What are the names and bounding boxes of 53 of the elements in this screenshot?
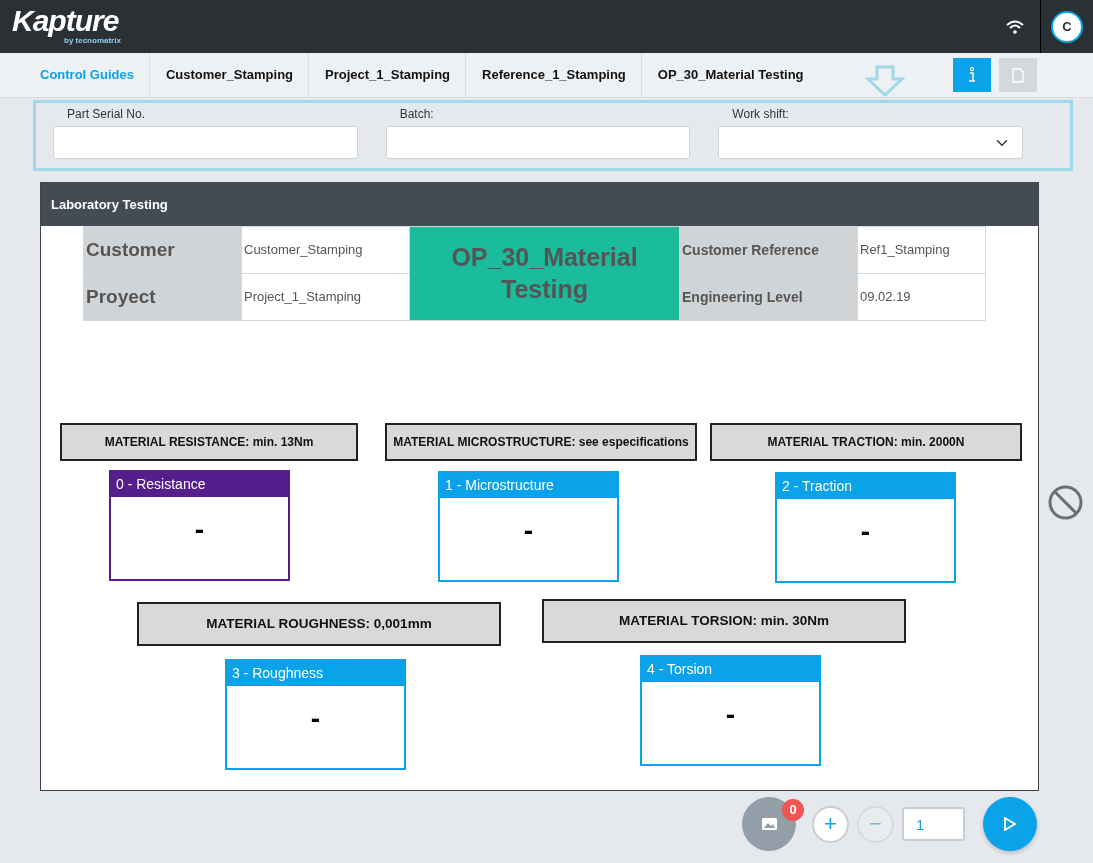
breadcrumb-item[interactable]: Project_1_Stamping xyxy=(310,53,467,97)
breadcrumb-item[interactable]: Customer_Stamping xyxy=(150,53,310,97)
wifi-icon xyxy=(1006,20,1024,35)
info-label: Customer xyxy=(83,226,242,274)
images-button[interactable] xyxy=(742,797,796,851)
arrow-down-icon xyxy=(865,65,905,97)
field-label: Part Serial No. xyxy=(67,106,146,123)
field-label: Work shift: xyxy=(732,106,789,123)
test-title: 1 - Microstructure xyxy=(440,473,617,498)
document-icon xyxy=(1012,67,1024,83)
info-icon xyxy=(968,67,976,83)
user-avatar[interactable]: C xyxy=(1051,10,1083,43)
requirement-label: MATERIAL TORSION: min. 30Nm xyxy=(542,599,906,643)
count-badge: 0 xyxy=(782,799,804,821)
info-button[interactable] xyxy=(953,58,991,92)
info-value: Customer_Stamping xyxy=(241,226,410,274)
test-value: - xyxy=(522,514,535,548)
requirement-label: MATERIAL MICROSTRUCTURE: see especifications xyxy=(385,423,697,461)
test-card[interactable]: 1 - Microstructure - xyxy=(438,471,619,582)
play-button[interactable] xyxy=(983,797,1037,851)
panel-title: Laboratory Testing xyxy=(41,183,1038,226)
test-card[interactable]: 0 - Resistance - xyxy=(109,470,290,581)
test-card[interactable]: 2 - Traction - xyxy=(775,472,956,583)
play-icon xyxy=(1003,816,1017,832)
test-title: 2 - Traction xyxy=(777,474,954,499)
info-label: Proyect xyxy=(83,273,242,321)
prohibited-icon[interactable] xyxy=(1048,485,1083,520)
breadcrumb-item[interactable]: Reference_1_Stamping xyxy=(467,53,642,97)
requirement-label: MATERIAL TRACTION: min. 2000N xyxy=(710,423,1022,461)
text-field[interactable] xyxy=(53,126,358,159)
test-value: - xyxy=(309,702,322,736)
work-shift-select[interactable] xyxy=(718,126,1023,159)
test-value: - xyxy=(859,515,872,549)
test-card[interactable]: 4 - Torsion - xyxy=(640,655,821,766)
field-label: Batch: xyxy=(399,106,434,123)
info-label: Engineering Level xyxy=(679,273,858,321)
test-title: 0 - Resistance xyxy=(111,472,288,497)
test-title: 4 - Torsion xyxy=(642,657,819,682)
test-card[interactable]: 3 - Roughness - xyxy=(225,659,406,770)
info-value: 09.02.19 xyxy=(857,273,986,321)
image-icon xyxy=(761,818,777,830)
test-value: - xyxy=(724,698,737,732)
requirement-label: MATERIAL ROUGHNESS: 0,001mm xyxy=(137,602,501,646)
test-value: - xyxy=(193,513,206,547)
logo-subtitle: by tecnomatrix xyxy=(64,36,121,47)
app-logo: Kapture xyxy=(12,4,119,37)
test-title: 3 - Roughness xyxy=(227,661,404,686)
text-field[interactable] xyxy=(385,126,691,159)
info-label: Customer Reference xyxy=(679,226,858,274)
operation-title: OP_30_Material Testing xyxy=(409,226,680,321)
requirement-label: MATERIAL RESISTANCE: min. 13Nm xyxy=(60,423,358,461)
info-value: Ref1_Stamping xyxy=(857,226,986,274)
breadcrumb-item[interactable]: OP_30_Material Testing xyxy=(642,53,819,97)
